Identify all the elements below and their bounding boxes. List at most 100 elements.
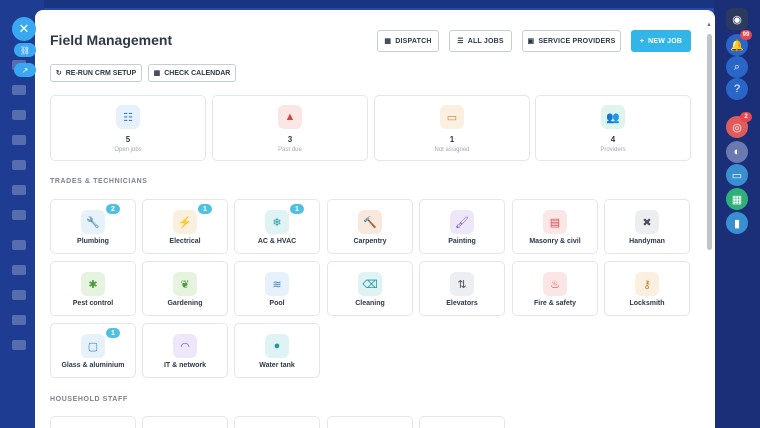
calendar-icon: ▦ [731,193,743,206]
trade-card[interactable]: ● Water tank [234,323,320,378]
sidebar-nav-icon[interactable] [12,110,26,120]
chat-button[interactable]: ▭ [726,164,748,186]
trade-icon: ▢ [81,334,105,358]
help-icon: ? [733,83,741,95]
sidebar-nav-icon[interactable] [12,240,26,250]
user-avatar[interactable]: ◉ [726,8,748,30]
trade-card[interactable]: ⇅ Elevators [419,261,505,316]
trade-icon: ◠ [173,334,197,358]
trade-card[interactable]: ♨ Fire & safety [512,261,598,316]
job-count-badge: 2 [106,204,120,214]
trade-card[interactable]: ≋ Pool [234,261,320,316]
trade-card[interactable]: 🖌 Painting [419,199,505,254]
list-icon: ☰ [457,38,464,45]
trade-card[interactable]: ⚷ Locksmith [604,261,690,316]
trade-icon: 🔧 [81,210,105,234]
rerun-crm-setup-button[interactable]: ↻ RE-RUN CRM SETUP [50,64,142,82]
alert-button[interactable]: ◎ 2 [726,112,752,138]
trade-card[interactable]: ✱ Pest control [50,261,136,316]
app-right-rail: ◉ 🔔 99 ⌕ ? ◎ 2 ◐ ▭ ▦ ▮ [714,0,760,428]
household-card[interactable] [142,416,228,428]
calendar-icon: ▦ [153,70,161,77]
trade-card[interactable]: ❦ Gardening [142,261,228,316]
trade-card[interactable]: 🔧 Plumbing 2 [50,199,136,254]
sidebar-nav-icon[interactable] [12,290,26,300]
trade-card[interactable]: ❄ AC & HVAC 1 [234,199,320,254]
trade-icon: 🖌 [450,210,474,234]
sidebar-nav-icon[interactable] [12,265,26,275]
trade-label: Glass & aluminium [61,362,125,369]
sidebar-nav-icon[interactable] [12,340,26,350]
stat-card[interactable]: ▲ 3 Past due [212,95,368,161]
trade-card[interactable]: ✖ Handyman [604,199,690,254]
refresh-icon: ↻ [55,70,62,77]
page-title: Field Management [50,32,173,48]
household-card[interactable] [327,416,413,428]
bookmark-button[interactable]: ▮ [726,212,748,234]
job-count-badge: 1 [198,204,212,214]
service-providers-button[interactable]: ▣ SERVICE PROVIDERS [522,30,621,52]
calendar-button[interactable]: ▦ [726,188,748,210]
stat-icon: 👥 [601,105,625,129]
trade-label: Carpentry [353,238,387,245]
trade-card[interactable]: 🔨 Carpentry [327,199,413,254]
notifications-button[interactable]: 🔔 99 [726,30,752,56]
sidebar-nav-icon[interactable] [12,160,26,170]
stat-card[interactable]: ▭ 1 Not assigned [374,95,530,161]
alert-icon: ◎ [732,121,742,134]
trade-card[interactable]: ▤ Masonry & civil [512,199,598,254]
trade-label: Elevators [446,300,478,307]
sidebar-nav-icon[interactable] [12,85,26,95]
trade-icon: ✖ [635,210,659,234]
link-button[interactable]: ⛓ [14,43,36,57]
trade-icon: ❄ [265,210,289,234]
dispatch-button[interactable]: ▦ DISPATCH [377,30,439,52]
trade-card[interactable]: ⚡ Electrical 1 [142,199,228,254]
trade-label: Electrical [169,238,201,245]
scrollbar[interactable] [707,34,712,250]
chat-icon: ▭ [731,169,743,182]
trade-card[interactable]: ⌫ Cleaning [327,261,413,316]
all-jobs-button[interactable]: ☰ ALL JOBS [449,30,512,52]
trade-label: Plumbing [77,238,109,245]
trade-card[interactable]: ▢ Glass & aluminium 1 [50,323,136,378]
household-card[interactable] [234,416,320,428]
trade-icon: ≋ [265,272,289,296]
stat-value: 1 [449,135,455,144]
new-job-button[interactable]: + NEW JOB [631,30,691,52]
contact-avatar[interactable]: ◐ [726,141,748,163]
bookmark-icon: ▮ [733,217,741,230]
scroll-up-arrow[interactable]: ▲ [706,22,712,28]
notifications-badge: 99 [740,30,752,40]
plus-icon: + [639,37,645,45]
sidebar-nav-icon[interactable] [12,135,26,145]
trade-icon: 🔨 [358,210,382,234]
providers-icon: ▣ [527,38,535,45]
check-calendar-button[interactable]: ▦ CHECK CALENDAR [148,64,236,82]
sidebar-nav-icon[interactable] [12,185,26,195]
link-icon: ⛓ [19,45,31,55]
avatar-icon: ◐ [733,146,741,158]
household-card[interactable] [50,416,136,428]
trade-label: Painting [448,238,476,245]
stat-label: Past due [278,147,302,153]
stat-label: Providers [600,147,626,153]
close-modal-button[interactable]: ✕ [12,17,36,41]
stat-value: 4 [610,135,616,144]
stat-card[interactable]: 👥 4 Providers [535,95,691,161]
bell-icon: 🔔 [730,39,744,52]
trade-card[interactable]: ◠ IT & network [142,323,228,378]
dispatch-icon: ▦ [384,38,392,45]
sidebar-nav-icon[interactable] [12,210,26,220]
stat-icon: ☷ [116,105,140,129]
help-button[interactable]: ? [726,78,748,100]
trade-label: Fire & safety [533,300,577,307]
trade-icon: ⌫ [358,272,382,296]
trade-icon: ⚡ [173,210,197,234]
household-card[interactable] [419,416,505,428]
trade-label: AC & HVAC [257,238,297,245]
stat-card[interactable]: ☷ 5 Open jobs [50,95,206,161]
open-external-button[interactable]: ↗ [14,63,36,77]
search-button[interactable]: ⌕ [726,56,748,78]
sidebar-nav-icon[interactable] [12,315,26,325]
